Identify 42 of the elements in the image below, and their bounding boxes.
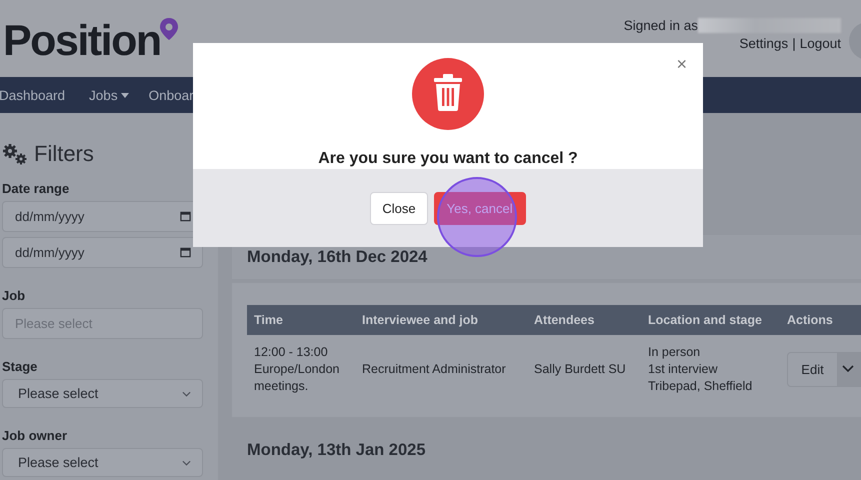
chevron-down-icon bbox=[842, 365, 854, 373]
table-cell-text: Europe/London bbox=[254, 362, 340, 376]
table-cell: Sally Burdett SU bbox=[534, 362, 626, 376]
filter-label: Job bbox=[2, 288, 26, 303]
filter-label: Job owner bbox=[2, 428, 68, 443]
dismiss-button[interactable]: Close bbox=[370, 192, 428, 224]
day-heading: Monday, 16th Dec 2024 bbox=[247, 248, 428, 267]
table-cell-text: In person bbox=[648, 345, 702, 359]
filter-label: Date range bbox=[2, 181, 70, 196]
signed-in-label: Signed in as bbox=[624, 18, 698, 33]
column-header: Actions bbox=[786, 313, 834, 327]
table-cell-text: 12:00 - 13:00 bbox=[254, 345, 329, 359]
date-field[interactable]: dd/mm/yyyy bbox=[2, 237, 203, 268]
calendar-icon bbox=[180, 211, 191, 222]
column-header: Time bbox=[253, 313, 284, 327]
table-cell-text: 1st interview bbox=[648, 362, 718, 376]
link-separator: | bbox=[792, 36, 796, 51]
chevron-down-icon bbox=[182, 390, 191, 396]
select-field[interactable]: Please select bbox=[2, 379, 203, 408]
dialog-question: Are you sure you want to cancel ? bbox=[318, 150, 578, 168]
logo-text: Position bbox=[3, 18, 161, 64]
filter-label: Stage bbox=[2, 359, 38, 374]
caret-icon bbox=[120, 93, 129, 98]
trash-icon bbox=[412, 58, 484, 130]
column-header: Attendees bbox=[533, 313, 596, 327]
table-cell-text: meetings. bbox=[254, 379, 310, 393]
logout-link[interactable]: Logout bbox=[800, 36, 841, 51]
column-header: Interviewee and job bbox=[361, 313, 480, 327]
calendar-icon bbox=[180, 247, 191, 258]
close-button[interactable]: × bbox=[676, 55, 687, 73]
day-heading: Monday, 13th Jan 2025 bbox=[247, 441, 427, 460]
select-field[interactable]: Please select bbox=[2, 448, 203, 477]
nav-item[interactable]: Jobs bbox=[89, 88, 149, 102]
settings-link[interactable]: Settings bbox=[739, 36, 788, 51]
nav-item[interactable]: Dashboard bbox=[0, 88, 90, 102]
table-cell-text: Tribepad, Sheffield bbox=[648, 379, 754, 393]
chevron-down-icon bbox=[182, 460, 191, 466]
filters-title: Filters bbox=[34, 141, 94, 167]
edit-button[interactable]: Edit bbox=[787, 352, 838, 386]
dropdown-toggle[interactable] bbox=[838, 352, 861, 386]
column-header: Location and stage bbox=[647, 313, 763, 327]
table-cell: Recruitment Administrator bbox=[362, 362, 506, 376]
